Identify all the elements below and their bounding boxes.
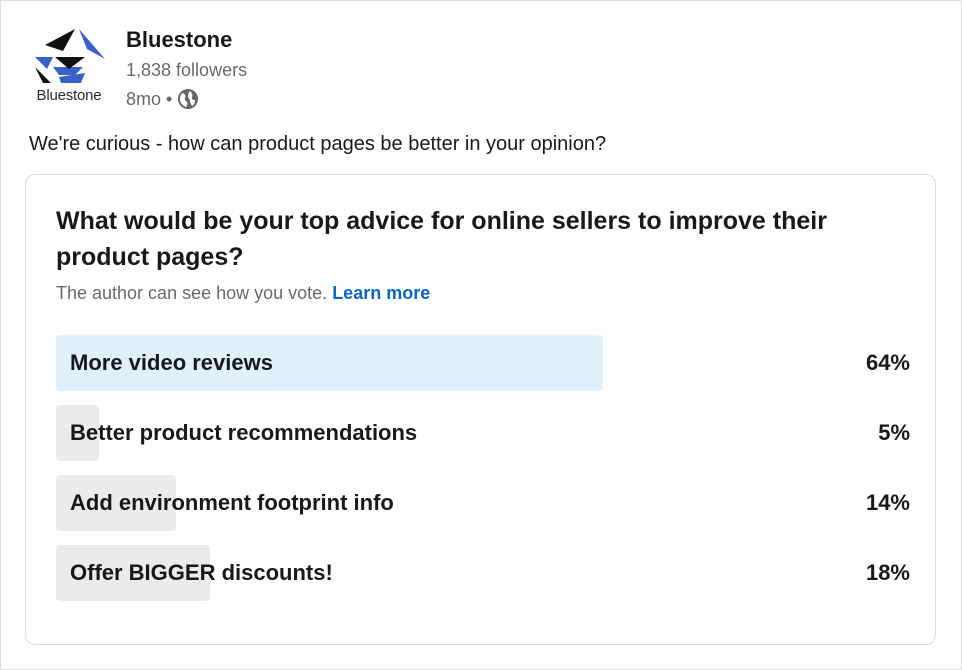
logo-wordmark: Bluestone [36,87,102,104]
poll-option-percent: 18% [865,560,910,585]
poll-note: The author can see how you vote. Learn m… [56,283,430,304]
poll-question: What would be your top advice for online… [56,207,827,271]
poll-option-label: Better product recommendations [70,420,418,445]
company-logo[interactable]: Bluestone [29,23,109,107]
post-meta: 8mo • [126,87,199,111]
meta-separator: • [166,88,173,109]
poll-note-text: The author can see how you vote. [56,283,328,303]
poll-option-percent: 14% [865,490,910,515]
poll-option-percent: 5% [878,420,910,445]
post-text: We're curious - how can product pages be… [29,133,607,155]
poll-option-percent: 64% [865,350,910,375]
globe-icon [177,88,199,110]
poll-option-label: Offer BIGGER discounts! [70,560,333,585]
poll-option-offer-bigger-discounts[interactable]: Offer BIGGER discounts! 18% [56,545,910,601]
company-name-link[interactable]: Bluestone [126,27,232,53]
poll-option-label: More video reviews [70,350,273,375]
poll-option-label: Add environment footprint info [70,490,394,515]
post-age: 8mo [126,88,162,109]
poll-option-more-video-reviews[interactable]: More video reviews 64% [56,335,910,391]
post-card: Bluestone Bluestone 1,838 followers 8mo … [0,0,962,670]
bluestone-logo-icon [35,29,105,83]
follower-count: 1,838 followers [126,60,248,80]
poll-option-add-environment-footprint-info[interactable]: Add environment footprint info 14% [56,475,910,531]
poll-option-better-product-recommendations[interactable]: Better product recommendations 5% [56,405,910,461]
learn-more-link[interactable]: Learn more [332,283,430,303]
poll-card: What would be your top advice for online… [25,174,936,645]
